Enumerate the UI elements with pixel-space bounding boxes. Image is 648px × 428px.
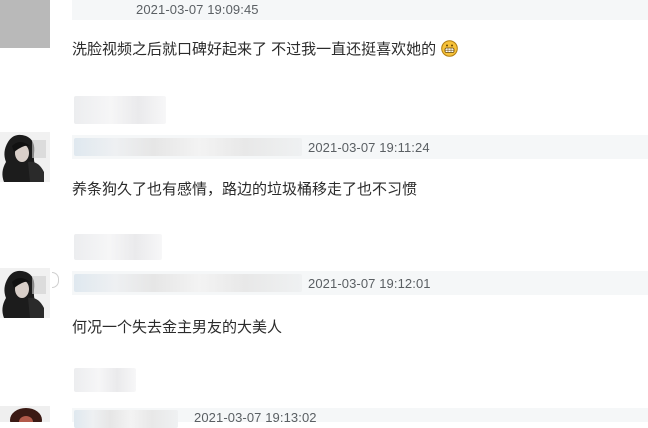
comment-item: 2021-03-07 19:09:45 洗脸视频之后就口碑好起来了 不过我一直还… (0, 0, 648, 80)
username-blurred[interactable] (74, 138, 302, 156)
comment-text: 何况一个失去金主男友的大美人 (72, 319, 283, 336)
username-blurred[interactable] (74, 410, 178, 428)
comment-item: 2021-03-07 19:13:02 (0, 406, 648, 428)
comment-text: 养条狗久了也有感情，路边的垃圾桶移走了也不习惯 (72, 181, 418, 198)
comment-item: 2021-03-07 19:12:01 何况一个失去金主男友的大美人 (0, 268, 648, 348)
comment-item: 2021-03-07 19:11:24 养条狗久了也有感情，路边的垃圾桶移走了也… (0, 132, 648, 212)
avatar[interactable] (0, 406, 50, 422)
comment-timestamp: 2021-03-07 19:09:45 (136, 2, 259, 17)
comment-timestamp: 2021-03-07 19:11:24 (308, 140, 430, 155)
comment-timestamp: 2021-03-07 19:13:02 (194, 410, 317, 425)
username-blurred[interactable] (74, 274, 302, 292)
avatar[interactable] (0, 132, 50, 182)
grinning-face-icon (441, 40, 459, 57)
blurred-content (74, 234, 162, 260)
avatar-border-arc (52, 272, 59, 288)
comment-text: 洗脸视频之后就口碑好起来了 不过我一直还挺喜欢她的 (72, 38, 459, 59)
blurred-content (74, 96, 166, 124)
avatar[interactable] (0, 0, 50, 48)
blurred-content (74, 368, 136, 392)
comment-timestamp: 2021-03-07 19:12:01 (308, 276, 431, 291)
comment-body: 洗脸视频之后就口碑好起来了 不过我一直还挺喜欢她的 (72, 41, 437, 58)
avatar[interactable] (0, 268, 50, 318)
